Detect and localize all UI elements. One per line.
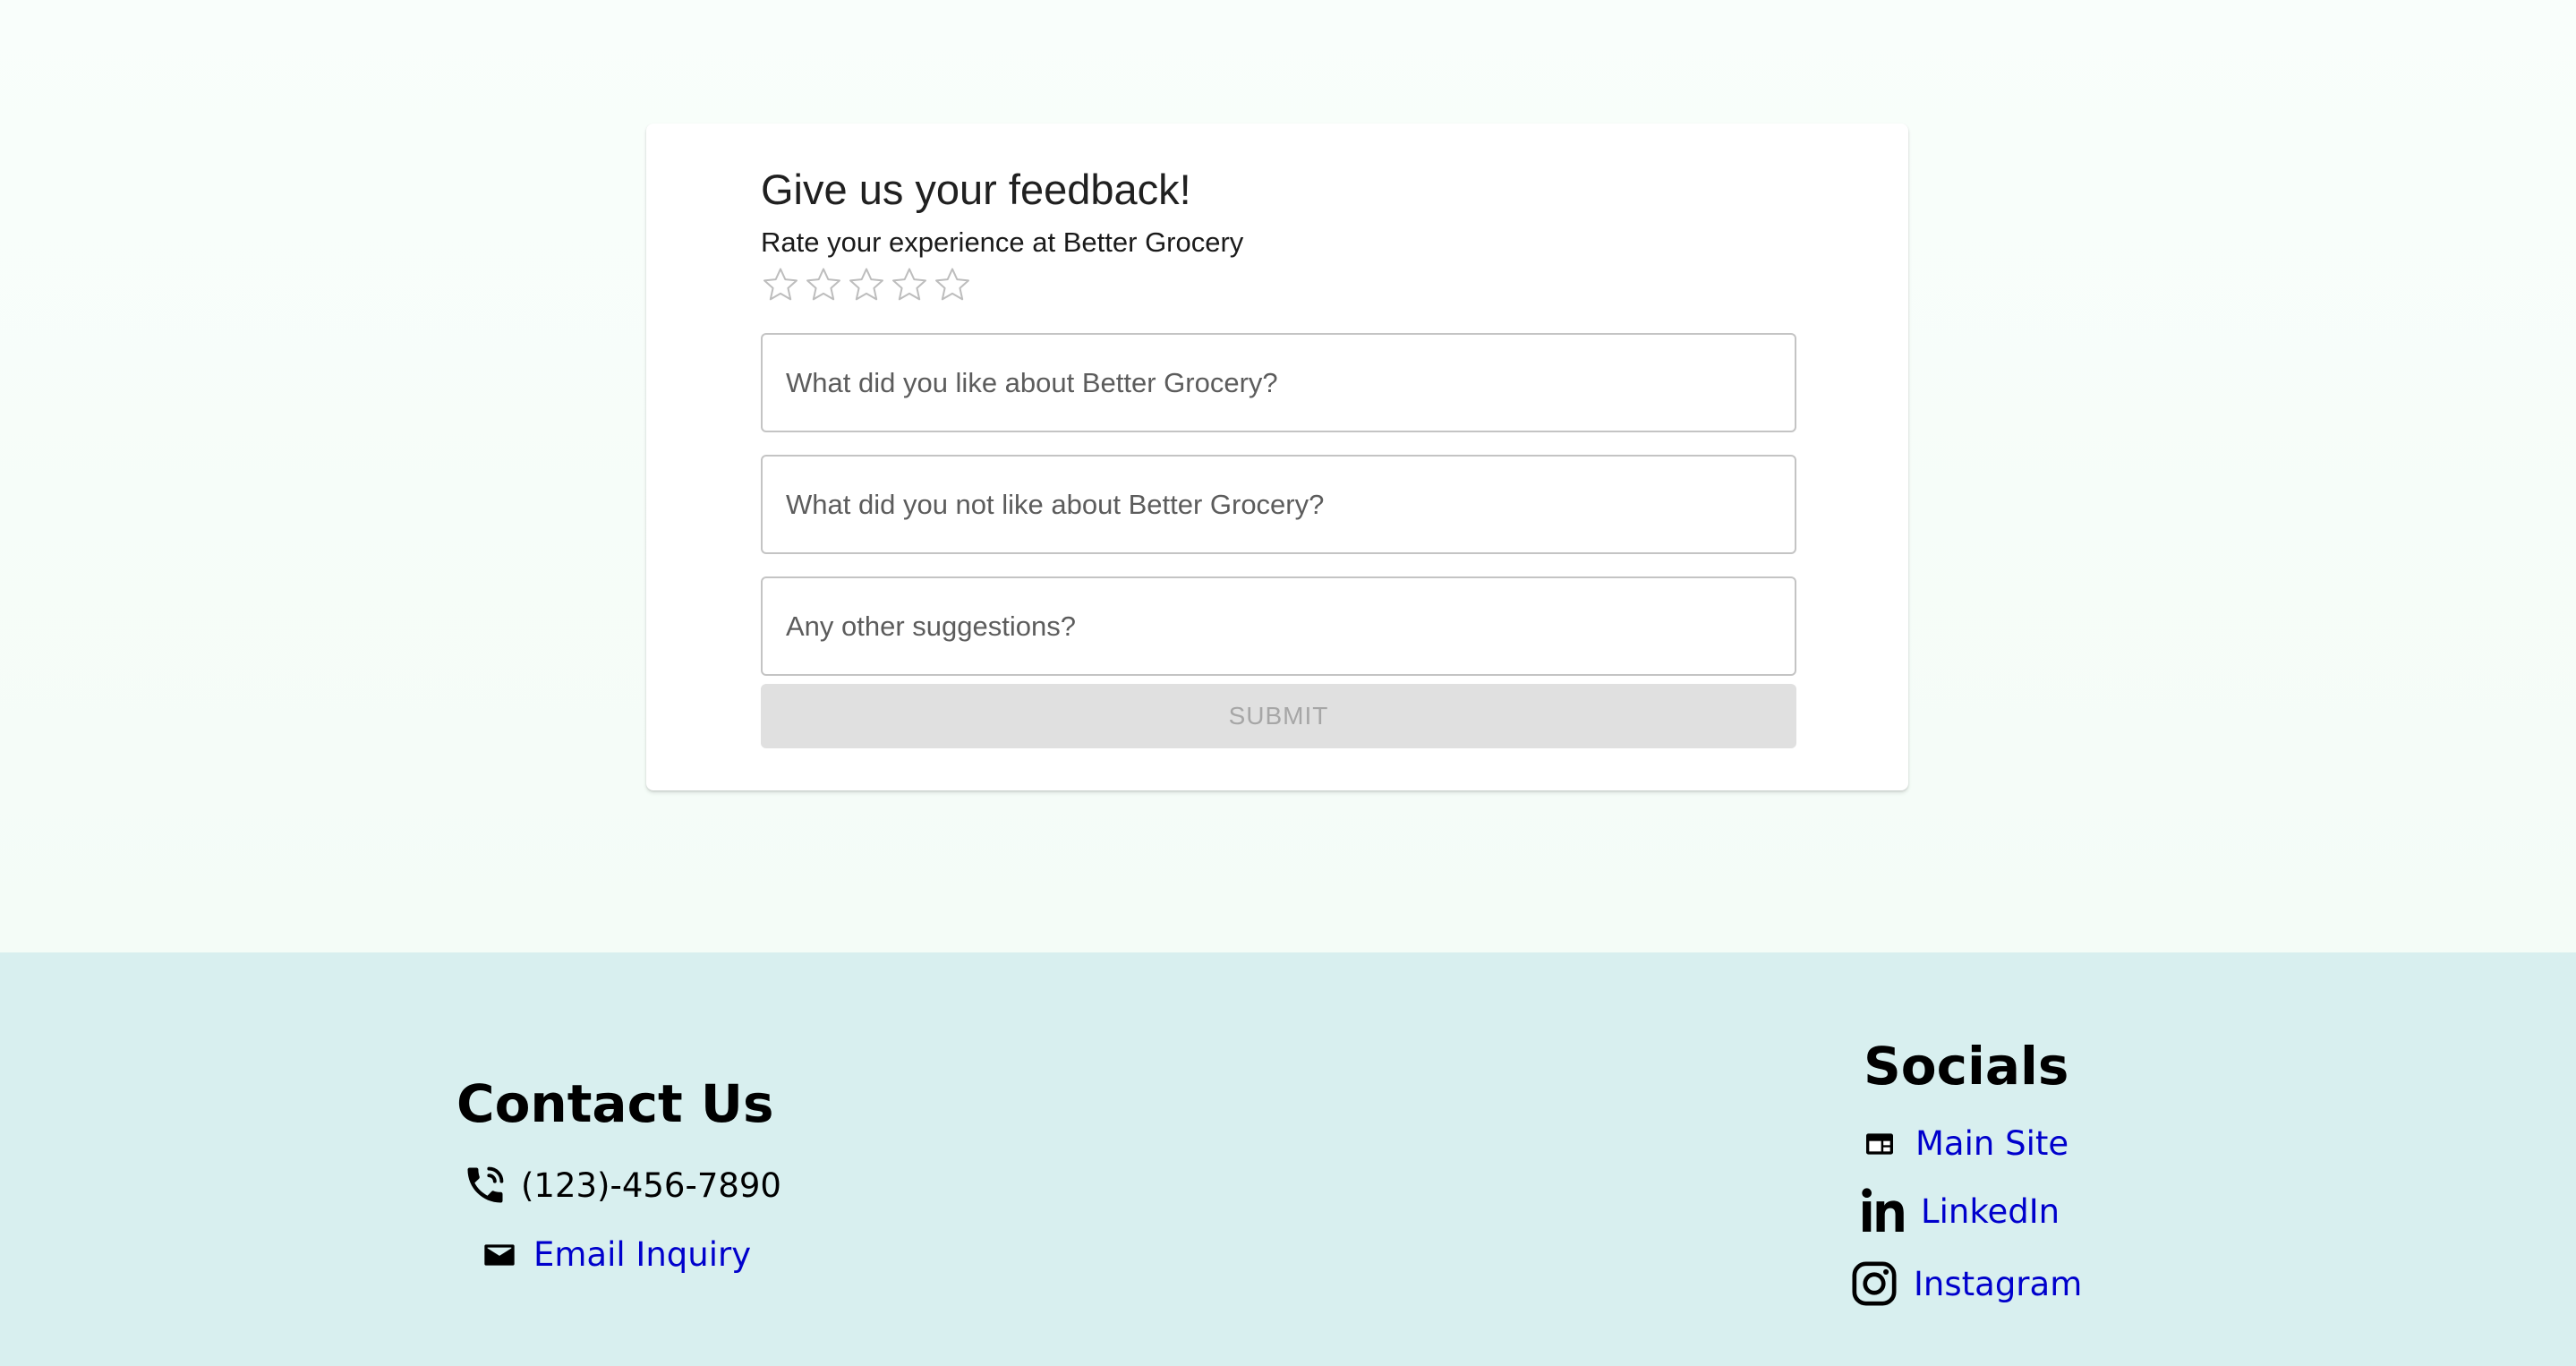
instagram-link[interactable]: Instagram — [1914, 1265, 2082, 1303]
contact-email: Email Inquiry — [482, 1235, 751, 1274]
social-link-instagram[interactable]: Instagram — [1849, 1259, 2082, 1309]
star-rating — [761, 265, 972, 304]
star-icon[interactable] — [933, 265, 972, 304]
rating-prompt: Rate your experience at Better Grocery — [761, 226, 1244, 258]
website-icon — [1862, 1126, 1898, 1162]
social-link-main-site[interactable]: Main Site — [1862, 1124, 2068, 1163]
instagram-icon — [1849, 1259, 1899, 1309]
contact-phone: (123)-456-7890 — [462, 1162, 781, 1208]
main-content: Give us your feedback! Rate your experie… — [0, 0, 2576, 952]
star-icon[interactable] — [847, 265, 886, 304]
phone-number: (123)-456-7890 — [521, 1165, 781, 1205]
page-title: Give us your feedback! — [761, 166, 1191, 213]
contact-heading: Contact Us — [456, 1073, 774, 1134]
email-inquiry-link[interactable]: Email Inquiry — [533, 1235, 751, 1274]
liked-field[interactable] — [761, 333, 1796, 432]
social-link-linkedin[interactable]: LinkedIn — [1858, 1185, 2060, 1237]
footer — [0, 952, 2576, 1366]
feedback-card: Give us your feedback! Rate your experie… — [646, 124, 1908, 790]
phone-icon — [462, 1162, 508, 1208]
disliked-field[interactable] — [761, 455, 1796, 554]
linkedin-link[interactable]: LinkedIn — [1921, 1192, 2060, 1231]
main-site-link[interactable]: Main Site — [1915, 1124, 2068, 1163]
suggestions-field[interactable] — [761, 576, 1796, 676]
submit-button[interactable]: Submit — [761, 684, 1796, 748]
socials-heading: Socials — [1864, 1036, 2069, 1097]
mail-icon — [482, 1237, 517, 1273]
star-icon[interactable] — [890, 265, 929, 304]
star-icon[interactable] — [804, 265, 843, 304]
linkedin-icon — [1858, 1185, 1910, 1237]
star-icon[interactable] — [761, 265, 800, 304]
